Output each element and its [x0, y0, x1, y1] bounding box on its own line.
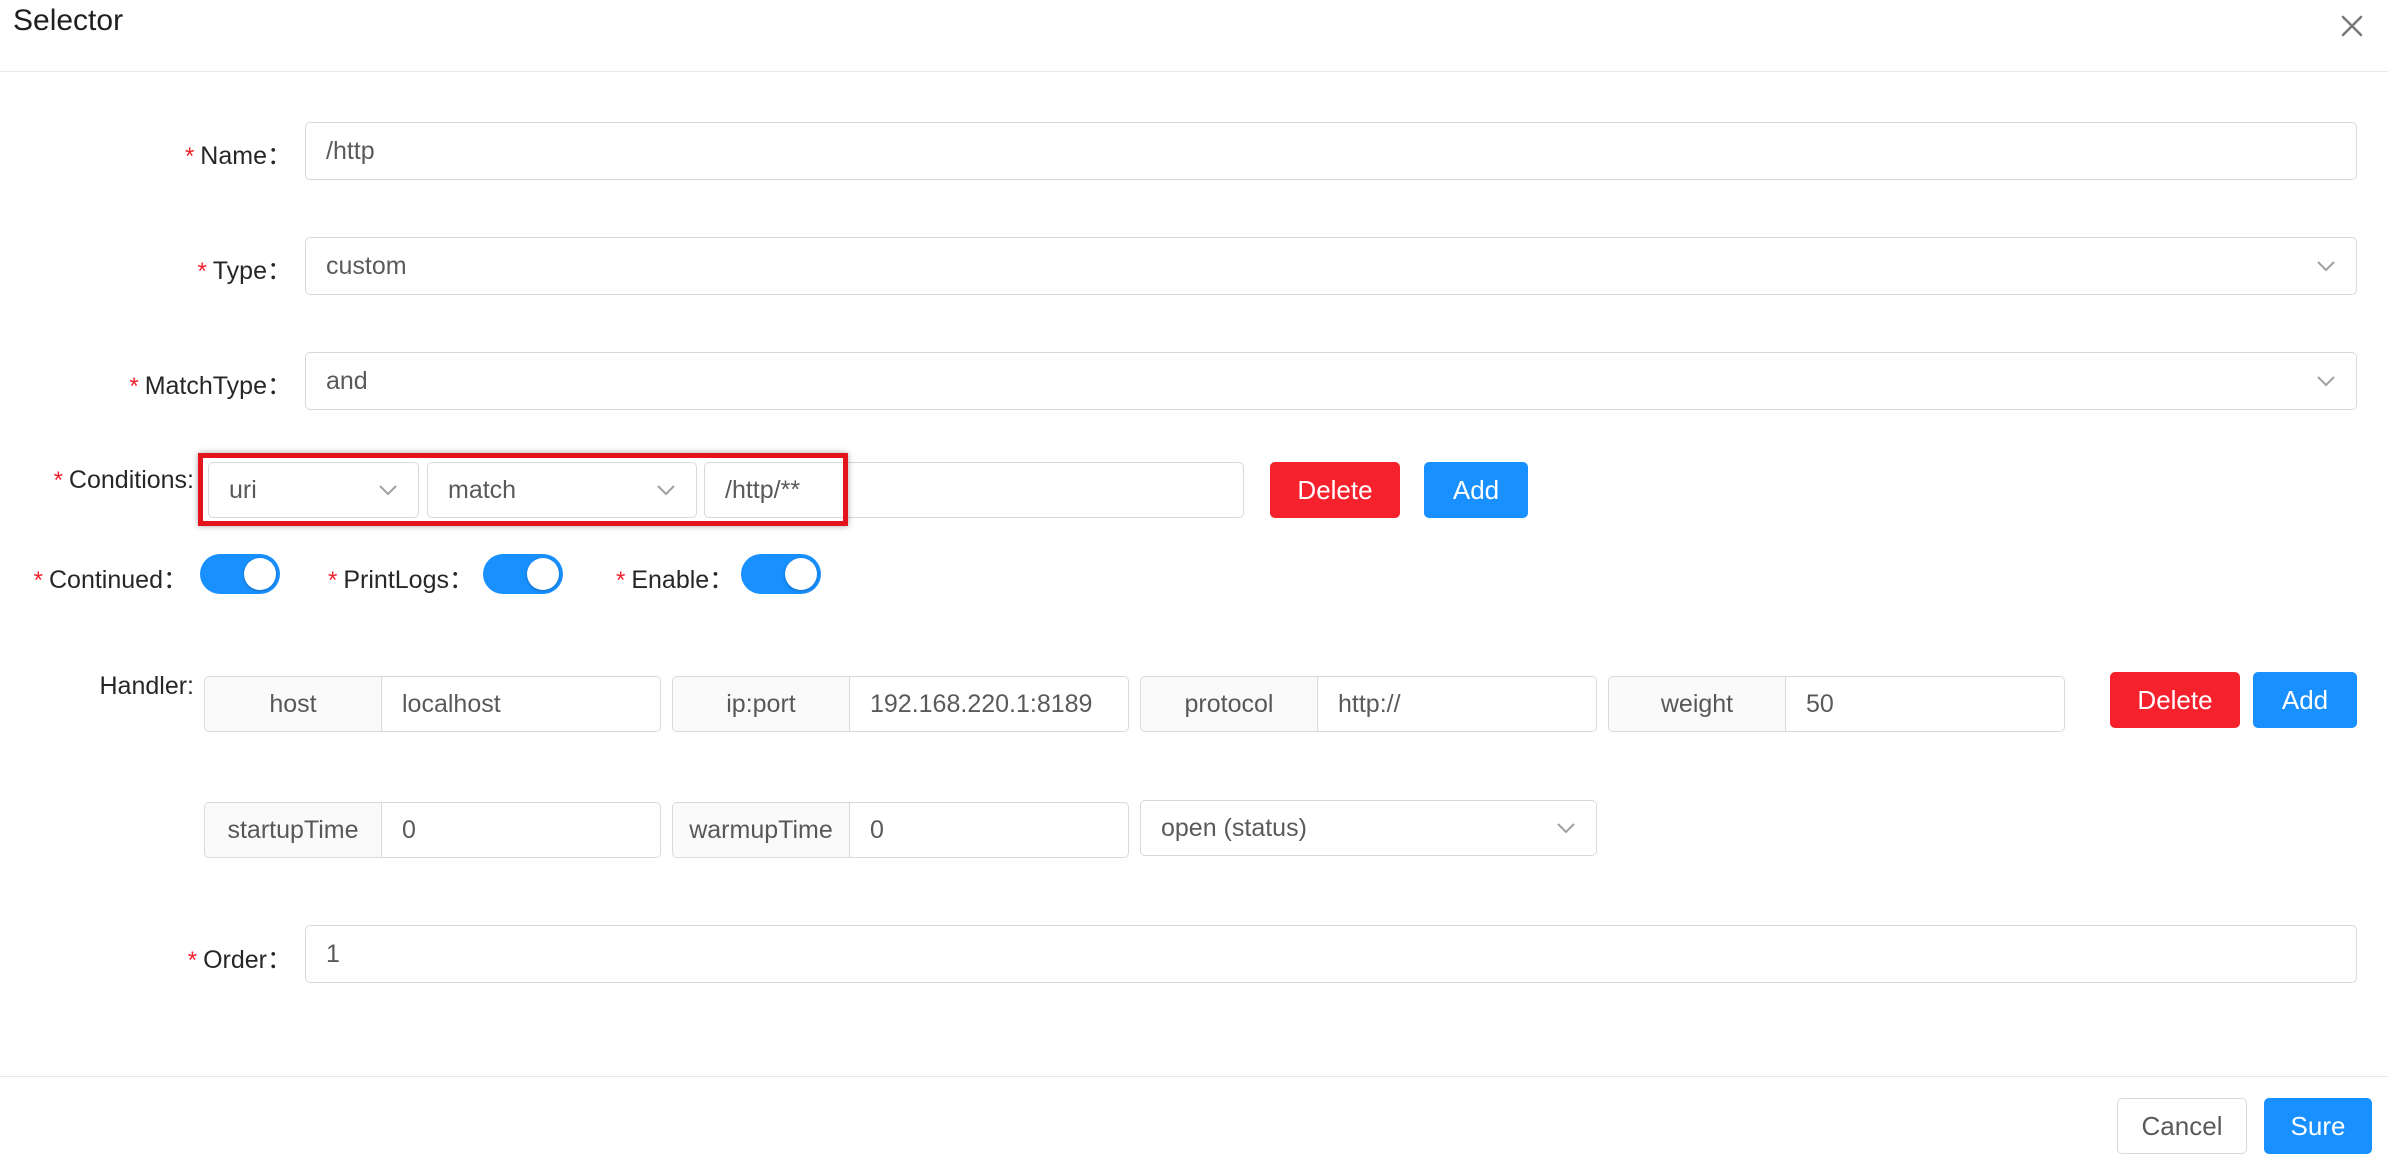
weight-input[interactable]: 50 — [1786, 677, 2064, 731]
conditions-label: * Conditions: — [53, 466, 194, 494]
chevron-down-icon — [2314, 369, 2338, 393]
handler-startup-time-field[interactable]: startupTime 0 — [204, 802, 661, 858]
footer-divider — [0, 1076, 2388, 1077]
type-select-value: custom — [326, 251, 407, 280]
condition-value-input[interactable]: /http/** — [704, 462, 1244, 518]
name-input[interactable]: /http — [305, 122, 2357, 180]
cancel-button[interactable]: Cancel — [2117, 1098, 2247, 1154]
name-input-value: /http — [326, 136, 375, 165]
handler-protocol-field[interactable]: protocol http:// — [1140, 676, 1597, 732]
printlogs-switch[interactable] — [483, 554, 563, 594]
order-input[interactable]: 1 — [305, 925, 2357, 983]
condition-delete-button[interactable]: Delete — [1270, 462, 1400, 518]
handler-warmup-time-field[interactable]: warmupTime 0 — [672, 802, 1129, 858]
sure-button[interactable]: Sure — [2264, 1098, 2372, 1154]
switch-knob — [527, 558, 559, 590]
close-icon[interactable] — [2332, 6, 2372, 46]
enable-label: * Enable： — [616, 566, 735, 594]
condition-operator-select[interactable]: match — [427, 462, 697, 518]
printlogs-label: * PrintLogs： — [328, 566, 474, 594]
condition-add-button[interactable]: Add — [1424, 462, 1528, 518]
condition-param-type-select[interactable]: uri — [208, 462, 419, 518]
order-label: * Order： — [187, 946, 292, 974]
handler-delete-button[interactable]: Delete — [2110, 672, 2240, 728]
type-select[interactable]: custom — [305, 237, 2357, 295]
chevron-down-icon — [654, 478, 678, 502]
protocol-input[interactable]: http:// — [1318, 677, 1596, 731]
chevron-down-icon — [376, 478, 400, 502]
handler-label: Handler: — [99, 672, 195, 700]
startup-time-addon: startupTime — [205, 803, 382, 857]
startup-time-input[interactable]: 0 — [382, 803, 660, 857]
condition-value-text: /http/** — [725, 475, 801, 504]
continued-switch[interactable] — [200, 554, 280, 594]
continued-label: * Continued： — [33, 566, 188, 594]
switch-knob — [244, 558, 276, 590]
matchtype-select[interactable]: and — [305, 352, 2357, 410]
selector-modal: Selector * Name： /http * Type： custom * Mat… — [0, 0, 2388, 1166]
host-input[interactable]: localhost — [382, 677, 660, 731]
chevron-down-icon — [1554, 816, 1578, 840]
enable-switch[interactable] — [741, 554, 821, 594]
ip-port-addon: ip:port — [673, 677, 850, 731]
header-divider — [0, 71, 2388, 72]
name-label: * Name： — [184, 142, 292, 170]
matchtype-label: * MatchType： — [129, 372, 292, 400]
handler-add-button[interactable]: Add — [2253, 672, 2357, 728]
warmup-time-addon: warmupTime — [673, 803, 850, 857]
weight-addon: weight — [1609, 677, 1786, 731]
host-addon: host — [205, 677, 382, 731]
handler-weight-field[interactable]: weight 50 — [1608, 676, 2065, 732]
status-select-value: open (status) — [1161, 813, 1307, 842]
condition-operator-value: match — [448, 475, 517, 504]
protocol-addon: protocol — [1141, 677, 1318, 731]
modal-title: Selector — [13, 4, 124, 37]
chevron-down-icon — [2314, 254, 2338, 278]
matchtype-select-value: and — [326, 366, 368, 395]
condition-param-type-value: uri — [229, 475, 257, 504]
ip-port-input[interactable]: 192.168.220.1:8189 — [850, 677, 1128, 731]
warmup-time-input[interactable]: 0 — [850, 803, 1128, 857]
handler-host-field[interactable]: host localhost — [204, 676, 661, 732]
type-label: * Type： — [197, 257, 292, 285]
handler-status-select[interactable]: open (status) — [1140, 800, 1597, 856]
switch-knob — [785, 558, 817, 590]
handler-ip-port-field[interactable]: ip:port 192.168.220.1:8189 — [672, 676, 1129, 732]
order-input-value: 1 — [326, 939, 340, 968]
